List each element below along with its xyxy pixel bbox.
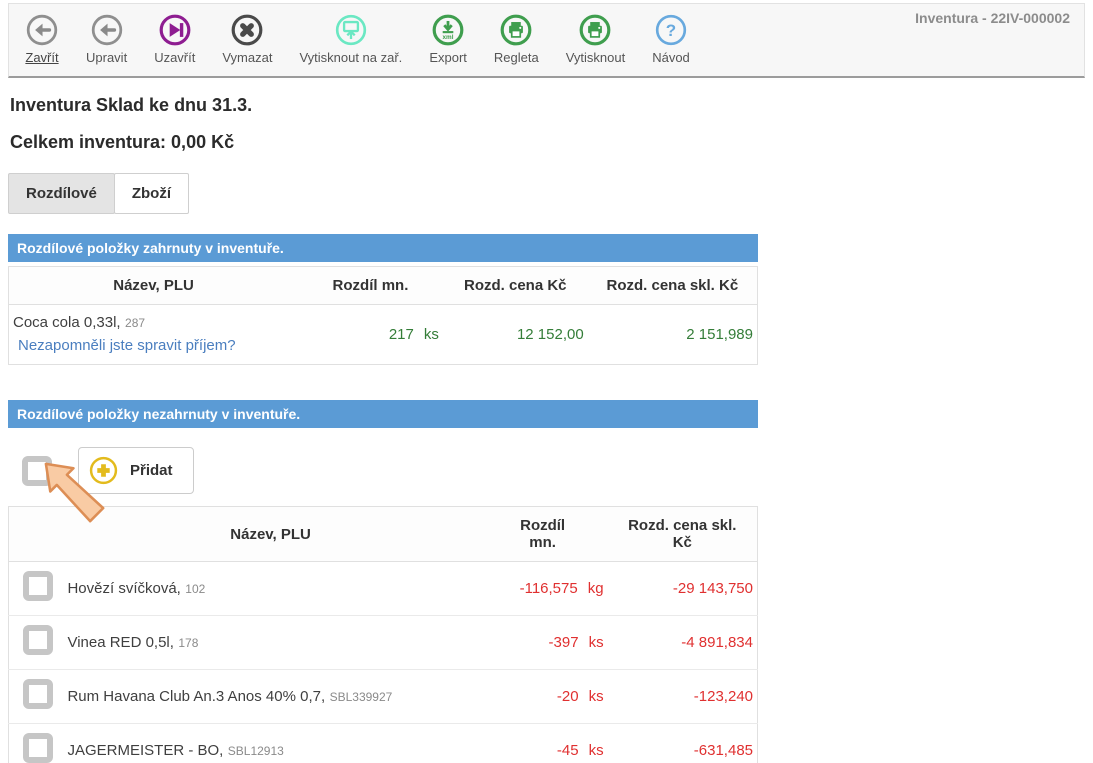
play-close-icon bbox=[158, 13, 192, 47]
document-reference: Inventura - 22IV-000002 bbox=[915, 10, 1070, 26]
qty-unit: ks bbox=[589, 634, 604, 651]
print-button[interactable]: Vytisknout bbox=[566, 13, 626, 65]
row-checkbox[interactable] bbox=[23, 733, 53, 763]
fix-receipt-link[interactable]: Nezapomněli jste spravit příjem? bbox=[18, 337, 236, 354]
stock-price-diff-value: -4 891,834 bbox=[608, 616, 758, 670]
item-plu: 287 bbox=[125, 316, 145, 330]
item-plu: 102 bbox=[185, 582, 205, 596]
item-name: Hovězí svíčková, bbox=[67, 580, 180, 597]
qty-diff-value: -20 bbox=[557, 688, 579, 705]
item-name: Rum Havana Club An.3 Anos 40% 0,7, bbox=[67, 688, 325, 705]
row-checkbox[interactable] bbox=[23, 625, 53, 655]
column-header-qty-diff: Rozdíl mn. bbox=[298, 267, 443, 305]
qty-diff-value: -45 bbox=[557, 742, 579, 759]
price-diff-value: 12 152,00 bbox=[443, 305, 588, 365]
delete-button-label: Vymazat bbox=[222, 50, 272, 65]
printer-icon bbox=[578, 13, 612, 47]
stock-price-diff-value: 2 151,989 bbox=[588, 305, 758, 365]
printer-icon bbox=[499, 13, 533, 47]
table-row[interactable]: Hovězí svíčková, 102 -116,575 kg -29 143,… bbox=[9, 562, 758, 616]
stock-price-diff-value: -123,240 bbox=[608, 670, 758, 724]
export-xml-icon: xml bbox=[431, 13, 465, 47]
export-button[interactable]: xml Export bbox=[429, 13, 467, 65]
table-row[interactable]: JAGERMEISTER - BO, SBL12913 -45 ks -631,4… bbox=[9, 724, 758, 763]
table-header-row: Název, PLU Rozdíl mn. Rozd. cena Kč Rozd… bbox=[9, 267, 758, 305]
stock-price-diff-value: -631,485 bbox=[608, 724, 758, 763]
item-name: Vinea RED 0,5l, bbox=[67, 634, 173, 651]
qty-diff-value: -116,575 bbox=[520, 580, 578, 597]
item-name: Coca cola 0,33l, bbox=[13, 314, 121, 331]
toolbar: Zavřít Upravit Uzavřít Vymazat V bbox=[8, 3, 1085, 78]
main-content: Inventura Sklad ke dnu 31.3. Celkem inve… bbox=[0, 95, 1093, 763]
qty-diff-value: 217 bbox=[389, 326, 414, 343]
table-row[interactable]: Vinea RED 0,5l, 178 -397 ks -4 891,834 bbox=[9, 616, 758, 670]
add-button[interactable]: Přidat bbox=[78, 447, 194, 494]
select-all-checkbox[interactable] bbox=[22, 456, 52, 486]
column-header-qty-diff: Rozdíl mn. bbox=[478, 507, 608, 562]
export-button-label: Export bbox=[429, 50, 467, 65]
close-button-label: Zavřít bbox=[25, 50, 58, 65]
svg-text:xml: xml bbox=[443, 34, 454, 41]
tab-bar: Rozdílové Zboží bbox=[8, 173, 1093, 214]
stock-price-diff-value: -29 143,750 bbox=[608, 562, 758, 616]
print-to-device-button[interactable]: Vytisknout na zař. bbox=[299, 13, 402, 65]
row-checkbox[interactable] bbox=[23, 679, 53, 709]
tab-zbozi[interactable]: Zboží bbox=[114, 173, 189, 214]
column-header-stock-price-diff: Rozd. cena skl. Kč bbox=[608, 507, 758, 562]
delete-button[interactable]: Vymazat bbox=[222, 13, 272, 65]
regleta-button-label: Regleta bbox=[494, 50, 539, 65]
delete-x-icon bbox=[230, 13, 264, 47]
column-header-price-diff: Rozd. cena Kč bbox=[443, 267, 588, 305]
qty-unit: ks bbox=[589, 742, 604, 759]
add-button-label: Přidat bbox=[130, 462, 173, 479]
qty-unit: kg bbox=[588, 580, 604, 597]
table-header-row: Název, PLU Rozdíl mn. Rozd. cena skl. Kč bbox=[9, 507, 758, 562]
excluded-section-header: Rozdílové položky nezahrnuty v inventuře… bbox=[8, 400, 758, 428]
help-button[interactable]: ? Návod bbox=[652, 13, 690, 65]
table-row[interactable]: Coca cola 0,33l, 287 Nezapomněli jste sp… bbox=[9, 305, 758, 365]
inventory-total: Celkem inventura: 0,00 Kč bbox=[10, 132, 1093, 153]
table-row[interactable]: Rum Havana Club An.3 Anos 40% 0,7, SBL33… bbox=[9, 670, 758, 724]
tab-rozdilove[interactable]: Rozdílové bbox=[8, 173, 115, 214]
finalize-button-label: Uzavřít bbox=[154, 50, 195, 65]
svg-text:?: ? bbox=[666, 21, 676, 40]
excluded-items-table: Název, PLU Rozdíl mn. Rozd. cena skl. Kč… bbox=[8, 506, 758, 763]
help-question-icon: ? bbox=[654, 13, 688, 47]
qty-diff-value: -397 bbox=[549, 634, 579, 651]
included-section-header: Rozdílové položky zahrnuty v inventuře. bbox=[8, 234, 758, 262]
column-header-name-plu: Název, PLU bbox=[9, 267, 299, 305]
item-plu: 178 bbox=[178, 636, 198, 650]
plus-icon bbox=[89, 456, 118, 485]
qty-unit: ks bbox=[424, 326, 439, 343]
item-plu: SBL12913 bbox=[228, 744, 284, 758]
edit-button-label: Upravit bbox=[86, 50, 127, 65]
edit-button[interactable]: Upravit bbox=[86, 13, 127, 65]
back-arrow-icon bbox=[25, 13, 59, 47]
back-arrow-icon bbox=[90, 13, 124, 47]
column-header-stock-price-diff: Rozd. cena skl. Kč bbox=[588, 267, 758, 305]
included-items-section: Rozdílové položky zahrnuty v inventuře. … bbox=[8, 234, 758, 365]
print-to-device-button-label: Vytisknout na zař. bbox=[299, 50, 402, 65]
print-button-label: Vytisknout bbox=[566, 50, 626, 65]
column-header-name-plu: Název, PLU bbox=[63, 507, 477, 562]
column-header-checkbox bbox=[9, 507, 64, 562]
item-name: JAGERMEISTER - BO, bbox=[67, 742, 223, 759]
included-items-table: Název, PLU Rozdíl mn. Rozd. cena Kč Rozd… bbox=[8, 266, 758, 365]
add-controls: Přidat bbox=[22, 447, 758, 494]
item-plu: SBL339927 bbox=[330, 690, 393, 704]
finalize-button[interactable]: Uzavřít bbox=[154, 13, 195, 65]
help-button-label: Návod bbox=[652, 50, 690, 65]
regleta-button[interactable]: Regleta bbox=[494, 13, 539, 65]
print-to-device-icon bbox=[334, 13, 368, 47]
row-checkbox[interactable] bbox=[23, 571, 53, 601]
close-button[interactable]: Zavřít bbox=[25, 13, 59, 65]
excluded-items-section: Rozdílové položky nezahrnuty v inventuře… bbox=[8, 400, 758, 763]
page-title: Inventura Sklad ke dnu 31.3. bbox=[10, 95, 1093, 116]
qty-unit: ks bbox=[589, 688, 604, 705]
